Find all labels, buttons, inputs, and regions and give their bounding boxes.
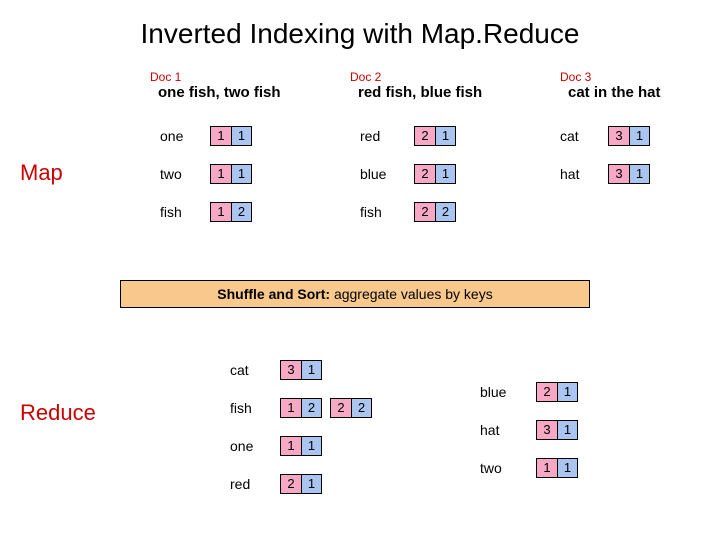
pair-count: 2: [435, 203, 455, 221]
reduce-pair: 1 1: [536, 458, 578, 478]
pair-docid: 3: [537, 421, 557, 439]
pair-count: 1: [435, 165, 455, 183]
map-pair: 1 1: [210, 126, 252, 146]
reduce-pair: 3 1: [536, 420, 578, 440]
doc3-text: cat in the hat: [568, 84, 661, 101]
reduce-pair: 3 1: [280, 360, 322, 380]
pair-docid: 1: [537, 459, 557, 477]
map-word: blue: [360, 166, 386, 182]
pair-docid: 1: [281, 399, 301, 417]
pair-docid: 1: [211, 203, 231, 221]
reduce-word: two: [480, 460, 502, 476]
pair-count: 1: [629, 127, 649, 145]
reduce-word: one: [230, 438, 253, 454]
map-pair: 2 1: [414, 126, 456, 146]
map-pair: 1 2: [210, 202, 252, 222]
pair-docid: 3: [609, 165, 629, 183]
reduce-word: red: [230, 476, 250, 492]
map-pair: 3 1: [608, 164, 650, 184]
reduce-pair: 1 1: [280, 436, 322, 456]
shuffle-rest: aggregate values by keys: [330, 286, 493, 302]
doc3-label: Doc 3: [560, 70, 591, 84]
pair-docid: 2: [331, 399, 351, 417]
pair-count: 1: [301, 475, 321, 493]
reduce-pair: 2 1: [280, 474, 322, 494]
pair-count: 2: [231, 203, 251, 221]
pair-count: 1: [557, 421, 577, 439]
pair-count: 1: [231, 165, 251, 183]
map-pair: 1 1: [210, 164, 252, 184]
pair-count: 1: [557, 459, 577, 477]
reduce-pair: 2 2: [330, 398, 372, 418]
pair-docid: 1: [211, 165, 231, 183]
reduce-word: blue: [480, 384, 506, 400]
pair-docid: 3: [281, 361, 301, 379]
map-word: cat: [560, 128, 579, 144]
reduce-word: hat: [480, 422, 499, 438]
reduce-word: cat: [230, 362, 249, 378]
doc1-label: Doc 1: [150, 70, 181, 84]
map-word: red: [360, 128, 380, 144]
pair-docid: 1: [281, 437, 301, 455]
map-pair: 2 1: [414, 164, 456, 184]
pair-count: 1: [231, 127, 251, 145]
pair-count: 1: [301, 437, 321, 455]
pair-count: 1: [301, 361, 321, 379]
stage-map-label: Map: [20, 160, 63, 186]
map-word: one: [160, 128, 183, 144]
map-pair: 2 2: [414, 202, 456, 222]
pair-docid: 1: [211, 127, 231, 145]
reduce-pair: 2 1: [536, 382, 578, 402]
pair-count: 1: [557, 383, 577, 401]
map-pair: 3 1: [608, 126, 650, 146]
pair-count: 2: [301, 399, 321, 417]
doc2-text: red fish, blue fish: [358, 84, 482, 101]
pair-docid: 2: [537, 383, 557, 401]
pair-count: 1: [435, 127, 455, 145]
reduce-pair: 1 2: [280, 398, 322, 418]
pair-docid: 2: [415, 165, 435, 183]
stage-reduce-label: Reduce: [20, 400, 96, 426]
map-word: fish: [360, 204, 382, 220]
shuffle-sort-bar: Shuffle and Sort: aggregate values by ke…: [120, 280, 590, 308]
reduce-word: fish: [230, 400, 252, 416]
map-word: fish: [160, 204, 182, 220]
doc1-text: one fish, two fish: [158, 84, 281, 101]
map-word: two: [160, 166, 182, 182]
pair-count: 2: [351, 399, 371, 417]
pair-count: 1: [629, 165, 649, 183]
pair-docid: 2: [415, 203, 435, 221]
shuffle-bold: Shuffle and Sort:: [217, 286, 330, 302]
pair-docid: 2: [415, 127, 435, 145]
map-word: hat: [560, 166, 579, 182]
pair-docid: 2: [281, 475, 301, 493]
page-title: Inverted Indexing with Map.Reduce: [0, 18, 720, 50]
pair-docid: 3: [609, 127, 629, 145]
doc2-label: Doc 2: [350, 70, 381, 84]
